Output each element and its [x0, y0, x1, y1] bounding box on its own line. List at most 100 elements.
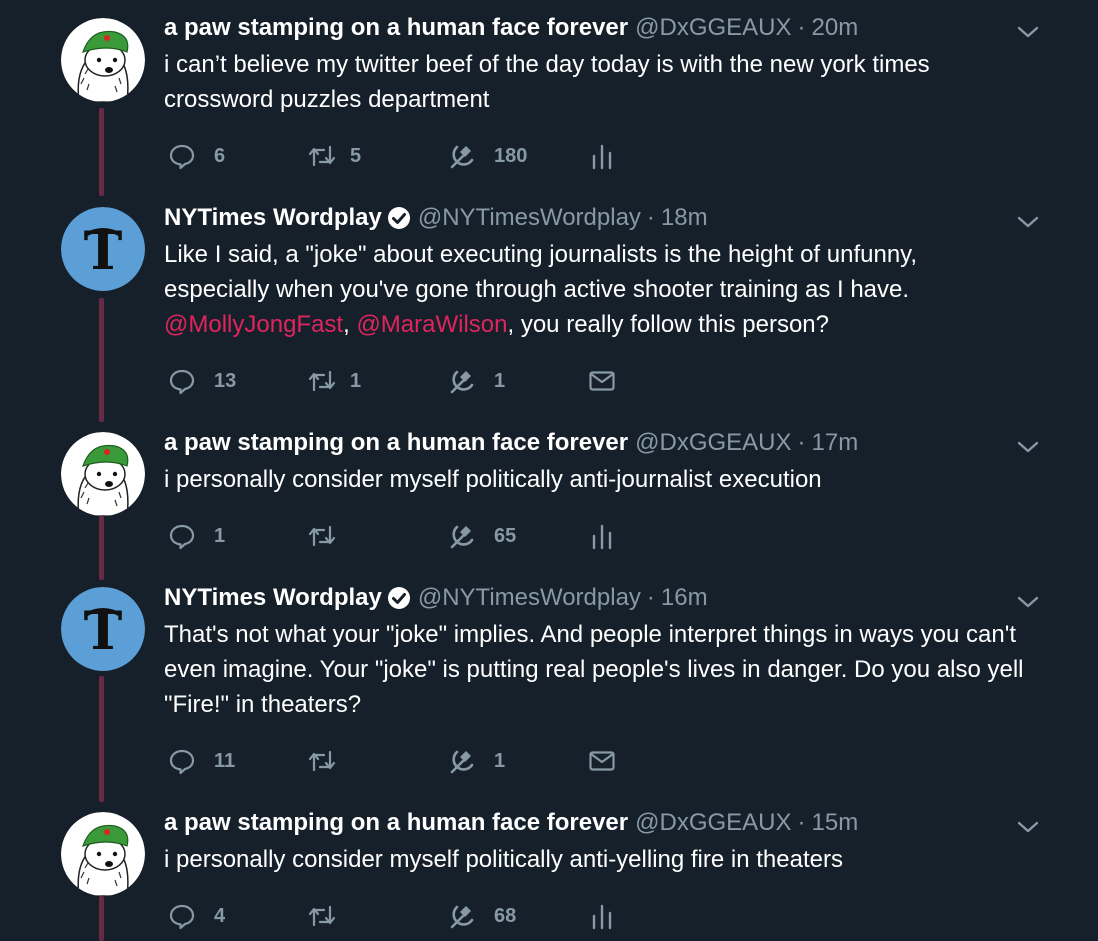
retweet-icon	[308, 750, 336, 772]
like-button[interactable]: 1	[448, 746, 505, 776]
tweet-header: NYTimes Wordplay @NYTimesWordplay · 18m	[164, 202, 708, 234]
chevron-down-icon[interactable]	[1016, 435, 1040, 459]
reply-count: 11	[214, 749, 236, 772]
tweet-actions: 4 68	[168, 901, 668, 931]
like-count: 65	[494, 524, 517, 547]
avatar-polar-bear[interactable]	[61, 18, 145, 102]
retweet-icon	[308, 525, 336, 547]
avatar-nytimes[interactable]: T	[61, 587, 145, 671]
tweet-header: a paw stamping on a human face forever @…	[164, 807, 858, 839]
hammer-sickle-icon	[450, 905, 474, 929]
hammer-sickle-icon	[450, 145, 474, 169]
timestamp[interactable]: 18m	[661, 204, 708, 232]
chevron-down-icon[interactable]	[1016, 20, 1040, 44]
tweet-text-line: i personally consider myself politically…	[164, 466, 822, 493]
reply-button[interactable]: 1	[168, 521, 225, 551]
analytics-button[interactable]	[588, 901, 616, 931]
like-count: 1	[494, 369, 506, 392]
avatar-nytimes[interactable]: T	[61, 207, 145, 291]
message-button[interactable]	[588, 366, 616, 396]
timestamp[interactable]: 20m	[812, 14, 859, 42]
tweet[interactable]: T NYTimes Wordplay @NYTimesWordplay · 18…	[0, 202, 1098, 412]
display-name[interactable]: NYTimes Wordplay	[164, 204, 382, 232]
separator-dot: ·	[646, 204, 655, 231]
like-button[interactable]: 68	[448, 901, 516, 931]
retweet-button[interactable]	[308, 746, 350, 776]
verified-badge-icon	[387, 587, 410, 609]
tweet-text-line: i personally consider myself politically…	[164, 846, 843, 873]
reply-count: 13	[214, 369, 237, 392]
analytics-icon	[592, 524, 612, 550]
reply-button[interactable]: 6	[168, 141, 225, 171]
username-handle[interactable]: @DxGGEAUX	[635, 429, 791, 457]
tweet-text: That's not what your "joke" implies. And…	[164, 617, 1064, 722]
like-button[interactable]: 65	[448, 521, 516, 551]
reply-button[interactable]: 4	[168, 901, 225, 931]
message-icon	[589, 751, 615, 771]
tweet-text: i personally consider myself politically…	[164, 842, 1064, 877]
tweet-header: a paw stamping on a human face forever @…	[164, 427, 858, 459]
chevron-down-icon[interactable]	[1016, 210, 1040, 234]
analytics-icon	[592, 144, 612, 170]
tweet[interactable]: a paw stamping on a human face forever @…	[0, 807, 1098, 941]
username-handle[interactable]: @DxGGEAUX	[635, 809, 791, 837]
timestamp[interactable]: 15m	[812, 809, 859, 837]
retweet-button[interactable]	[308, 521, 350, 551]
reply-button[interactable]: 11	[168, 746, 235, 776]
display-name[interactable]: a paw stamping on a human face forever	[164, 809, 628, 837]
analytics-button[interactable]	[588, 521, 616, 551]
tweet-text-line: @MollyJongFast, @MaraWilson, you really …	[164, 307, 1064, 342]
tweet[interactable]: T NYTimes Wordplay @NYTimesWordplay · 16…	[0, 582, 1098, 792]
separator-dot: ·	[797, 809, 806, 836]
separator-dot: ·	[797, 14, 806, 41]
analytics-icon	[592, 904, 612, 930]
username-handle[interactable]: @NYTimesWordplay	[418, 584, 641, 612]
avatar-polar-bear[interactable]	[61, 432, 145, 516]
tweet[interactable]: a paw stamping on a human face forever @…	[0, 12, 1098, 182]
mention-link[interactable]: @MollyJongFast	[164, 311, 343, 338]
tweet-actions: 13 1 1	[168, 366, 668, 396]
reply-icon	[169, 144, 195, 170]
reply-icon	[169, 369, 195, 395]
separator-dot: ·	[797, 429, 806, 456]
timestamp[interactable]: 16m	[661, 584, 708, 612]
tweet-text-line: crossword puzzles department	[164, 86, 490, 113]
hammer-sickle-icon	[450, 750, 474, 774]
tweet[interactable]: a paw stamping on a human face forever @…	[0, 427, 1098, 567]
reply-icon	[169, 749, 195, 775]
like-button[interactable]: 180	[448, 141, 527, 171]
retweet-button[interactable]	[308, 901, 350, 931]
reply-button[interactable]: 13	[168, 366, 236, 396]
like-button[interactable]: 1	[448, 366, 505, 396]
like-count: 1	[494, 749, 506, 772]
retweet-icon	[308, 905, 336, 927]
mention-separator: ,	[343, 311, 350, 338]
reply-count: 1	[214, 524, 226, 547]
retweet-button[interactable]: 1	[308, 366, 361, 396]
timeline: a paw stamping on a human face forever @…	[0, 0, 1098, 941]
tweet-text-line: That's not what your "joke" implies. And…	[164, 621, 1016, 648]
avatar-polar-bear[interactable]	[61, 812, 145, 896]
tweet-text-tail: , you really follow this person?	[507, 311, 830, 338]
display-name[interactable]: a paw stamping on a human face forever	[164, 14, 628, 42]
display-name[interactable]: a paw stamping on a human face forever	[164, 429, 628, 457]
verified-badge-icon	[387, 207, 410, 229]
retweet-icon	[308, 370, 336, 392]
mention-link[interactable]: @MaraWilson	[356, 311, 507, 338]
tweet-text-line: Like I said, a "joke" about executing jo…	[164, 241, 918, 268]
retweet-icon	[308, 145, 336, 167]
message-button[interactable]	[588, 746, 616, 776]
like-count: 68	[494, 904, 517, 927]
tweet-actions: 11 1	[168, 746, 668, 776]
timestamp[interactable]: 17m	[812, 429, 859, 457]
analytics-button[interactable]	[588, 141, 616, 171]
chevron-down-icon[interactable]	[1016, 815, 1040, 839]
username-handle[interactable]: @NYTimesWordplay	[418, 204, 641, 232]
retweet-button[interactable]: 5	[308, 141, 361, 171]
tweet-header: NYTimes Wordplay @NYTimesWordplay · 16m	[164, 582, 708, 614]
username-handle[interactable]: @DxGGEAUX	[635, 14, 791, 42]
separator-dot: ·	[646, 584, 655, 611]
display-name[interactable]: NYTimes Wordplay	[164, 584, 382, 612]
tweet-text-line: "Fire!" in theaters?	[164, 691, 362, 718]
chevron-down-icon[interactable]	[1016, 590, 1040, 614]
